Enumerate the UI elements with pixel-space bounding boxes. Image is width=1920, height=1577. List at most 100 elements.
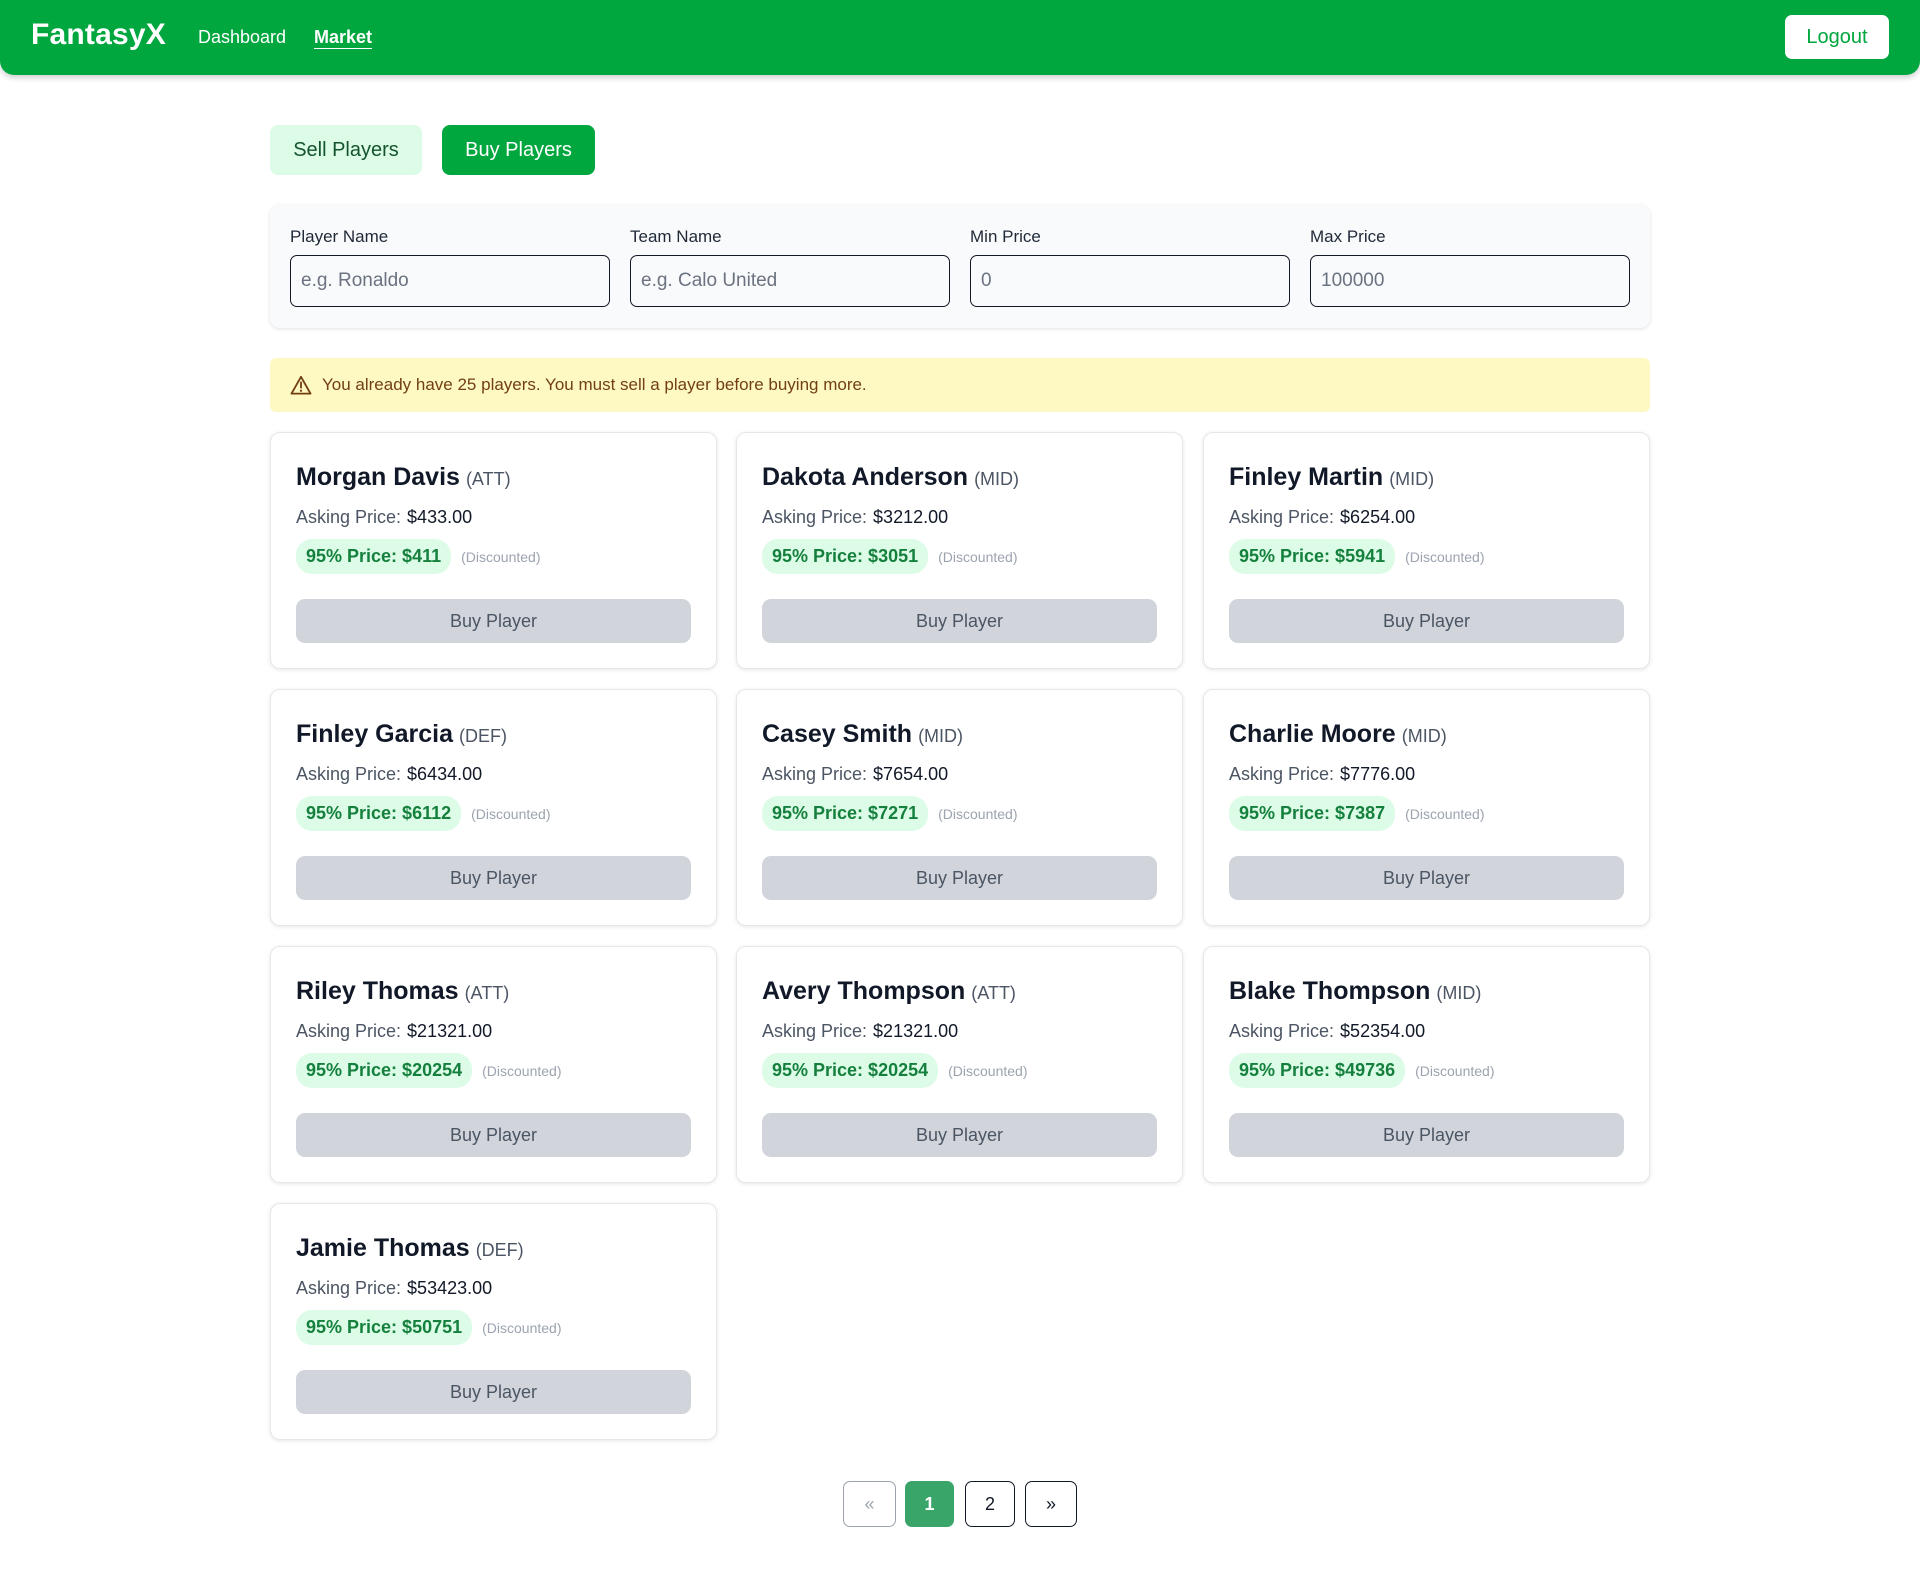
player-name: Riley Thomas xyxy=(296,977,459,1005)
nav-link-market[interactable]: Market xyxy=(314,27,372,48)
player-card: Avery Thompson (ATT) Asking Price: $21321.… xyxy=(736,946,1183,1183)
player-position: (DEF) xyxy=(459,726,508,746)
buy-player-button[interactable]: Buy Player xyxy=(1229,599,1624,643)
player-name: Jamie Thomas xyxy=(296,1234,470,1262)
nav-link-dashboard[interactable]: Dashboard xyxy=(198,27,286,48)
buy-player-button[interactable]: Buy Player xyxy=(296,856,691,900)
player-name: Casey Smith xyxy=(762,720,913,748)
discount-note: (Discounted) xyxy=(482,1062,562,1079)
discount-note: (Discounted) xyxy=(938,805,1018,822)
asking-price-label: Asking Price: xyxy=(296,764,402,784)
player-position: (MID) xyxy=(1389,469,1435,489)
buy-player-button[interactable]: Buy Player xyxy=(762,1113,1157,1157)
team-name-label: Team Name xyxy=(630,227,722,246)
discount-price-badge: 95% Price: $3051 xyxy=(762,539,929,574)
discount-note: (Discounted) xyxy=(938,548,1018,565)
asking-price-label: Asking Price: xyxy=(762,507,868,527)
pagination-page-2[interactable]: 2 xyxy=(965,1481,1015,1527)
discount-price-badge: 95% Price: $5941 xyxy=(1229,539,1396,574)
player-name: Avery Thompson xyxy=(762,977,966,1005)
discount-note: (Discounted) xyxy=(1405,548,1485,565)
player-name-label: Player Name xyxy=(290,227,389,246)
asking-price-label: Asking Price: xyxy=(296,507,402,527)
max-price-field: Max Price xyxy=(1310,227,1630,307)
discount-note: (Discounted) xyxy=(461,548,541,565)
discount-note: (Discounted) xyxy=(482,1319,562,1336)
buy-player-button[interactable]: Buy Player xyxy=(296,599,691,643)
player-card: Finley Martin (MID) Asking Price: $6254.00… xyxy=(1203,432,1650,669)
brand-logo[interactable]: FantasyX xyxy=(31,18,166,52)
asking-price-label: Asking Price: xyxy=(296,1278,402,1298)
asking-price-value: $21321.00 xyxy=(407,1021,493,1041)
player-position: (ATT) xyxy=(465,469,511,489)
logout-button[interactable]: Logout xyxy=(1785,15,1889,59)
asking-price-value: $52354.00 xyxy=(1340,1021,1426,1041)
player-name: Dakota Anderson xyxy=(762,463,969,491)
buy-player-button[interactable]: Buy Player xyxy=(296,1113,691,1157)
player-name: Morgan Davis xyxy=(296,463,460,491)
player-card: Charlie Moore (MID) Asking Price: $7776.00… xyxy=(1203,689,1650,926)
asking-price-label: Asking Price: xyxy=(296,1021,402,1041)
player-card: Casey Smith (MID) Asking Price: $7654.00 9… xyxy=(736,689,1183,926)
buy-player-button[interactable]: Buy Player xyxy=(762,599,1157,643)
player-position: (MID) xyxy=(918,726,964,746)
asking-price-label: Asking Price: xyxy=(762,764,868,784)
filter-panel: Player Name Team Name Min Price Max Pric… xyxy=(270,205,1650,328)
discount-note: (Discounted) xyxy=(1405,805,1485,822)
player-position: (MID) xyxy=(1401,726,1447,746)
discount-price-badge: 95% Price: $49736 xyxy=(1229,1053,1406,1088)
asking-price-value: $3212.00 xyxy=(873,507,949,527)
asking-price-label: Asking Price: xyxy=(1229,764,1335,784)
warning-triangle-icon xyxy=(290,375,312,395)
asking-price-value: $7654.00 xyxy=(873,764,949,784)
discount-price-badge: 95% Price: $50751 xyxy=(296,1310,473,1345)
player-card: Dakota Anderson (MID) Asking Price: $3212.… xyxy=(736,432,1183,669)
discount-price-badge: 95% Price: $7271 xyxy=(762,796,929,831)
team-name-input[interactable] xyxy=(630,255,950,307)
min-price-input[interactable] xyxy=(970,255,1290,307)
player-name-field: Player Name xyxy=(290,227,610,307)
pagination-prev-button[interactable]: « xyxy=(843,1481,896,1527)
warning-text: You already have 25 players. You must se… xyxy=(322,375,867,394)
player-name: Finley Martin xyxy=(1229,463,1384,491)
tab-buy-players[interactable]: Buy Players xyxy=(442,125,595,175)
player-card: Morgan Davis (ATT) Asking Price: $433.00 9… xyxy=(270,432,717,669)
buy-player-button[interactable]: Buy Player xyxy=(296,1370,691,1414)
max-price-label: Max Price xyxy=(1310,227,1386,246)
squad-limit-warning: You already have 25 players. You must se… xyxy=(270,358,1650,412)
discount-note: (Discounted) xyxy=(1415,1062,1495,1079)
asking-price-value: $433.00 xyxy=(407,507,473,527)
player-card: Riley Thomas (ATT) Asking Price: $21321.00… xyxy=(270,946,717,1183)
discount-price-badge: 95% Price: $20254 xyxy=(762,1053,939,1088)
player-name: Finley Garcia xyxy=(296,720,454,748)
player-position: (ATT) xyxy=(971,983,1016,1003)
player-position: (ATT) xyxy=(464,983,510,1003)
discount-price-badge: 95% Price: $7387 xyxy=(1229,796,1396,831)
player-card: Jamie Thomas (DEF) Asking Price: $53423.00… xyxy=(270,1203,717,1440)
asking-price-value: $53423.00 xyxy=(407,1278,493,1298)
team-name-field: Team Name xyxy=(630,227,950,307)
buy-player-button[interactable]: Buy Player xyxy=(1229,856,1624,900)
asking-price-value: $6434.00 xyxy=(407,764,483,784)
top-navbar: FantasyX Dashboard Market Logout xyxy=(0,0,1920,75)
asking-price-label: Asking Price: xyxy=(1229,1021,1335,1041)
player-name-input[interactable] xyxy=(290,255,610,307)
asking-price-value: $21321.00 xyxy=(873,1021,959,1041)
player-position: (MID) xyxy=(974,469,1020,489)
player-position: (MID) xyxy=(1436,983,1482,1003)
player-name: Charlie Moore xyxy=(1229,720,1396,748)
discount-note: (Discounted) xyxy=(948,1062,1028,1079)
max-price-input[interactable] xyxy=(1310,255,1630,307)
buy-player-button[interactable]: Buy Player xyxy=(762,856,1157,900)
player-card: Finley Garcia (DEF) Asking Price: $6434.00… xyxy=(270,689,717,926)
discount-price-badge: 95% Price: $6112 xyxy=(296,796,462,831)
buy-player-button[interactable]: Buy Player xyxy=(1229,1113,1624,1157)
discount-note: (Discounted) xyxy=(471,805,551,822)
asking-price-label: Asking Price: xyxy=(1229,507,1335,527)
tab-sell-players[interactable]: Sell Players xyxy=(270,125,422,175)
player-card: Blake Thompson (MID) Asking Price: $52354.… xyxy=(1203,946,1650,1183)
min-price-label: Min Price xyxy=(970,227,1041,246)
pagination-next-button[interactable]: » xyxy=(1025,1481,1077,1527)
pagination-page-1[interactable]: 1 xyxy=(905,1481,954,1527)
discount-price-badge: 95% Price: $20254 xyxy=(296,1053,473,1088)
